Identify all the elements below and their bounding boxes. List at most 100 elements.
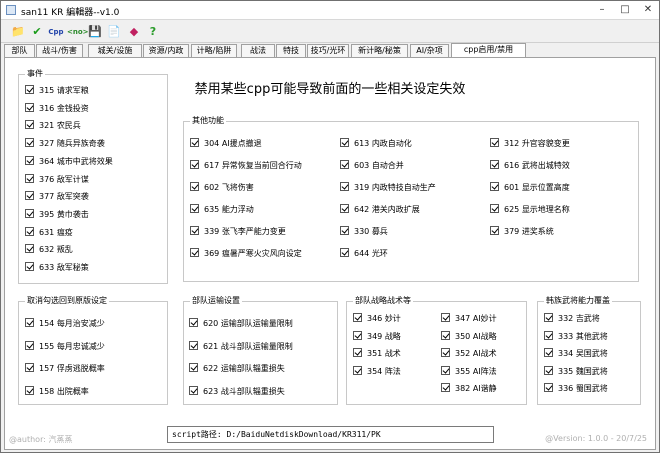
checkbox-item[interactable]: 625 显示地理名称 [490,204,570,215]
checkbox-checked-icon[interactable] [25,102,34,112]
checkbox-checked-icon[interactable] [490,138,499,147]
checkbox-checked-icon[interactable] [189,363,198,372]
checkbox-item[interactable]: 602 飞将伤害 [190,182,254,193]
checkbox-checked-icon[interactable] [190,204,199,213]
checkbox-checked-icon[interactable] [25,385,34,395]
checkbox-checked-icon[interactable] [353,313,362,322]
tab-7[interactable]: 技巧/光环 [307,44,349,57]
checkbox-item[interactable]: 333 其他武将 [544,330,608,342]
checkbox-checked-icon[interactable] [25,226,34,236]
checkbox-item[interactable]: 377 敌军突袭 [25,191,89,202]
checkbox-item[interactable]: 332 吉武将 [544,313,600,324]
checkbox-checked-icon[interactable] [190,248,199,257]
checkbox-item[interactable]: 632 叛乱 [25,244,73,255]
checkbox-item[interactable]: 355 AI阵法 [441,365,497,377]
checkbox-item[interactable]: 335 魏国武将 [544,365,608,377]
checkbox-item[interactable]: 603 自动合并 [340,160,404,171]
checkbox-item[interactable]: 304 AI援点撤退 [190,138,262,149]
checkbox-checked-icon[interactable] [353,330,362,340]
minimize-button[interactable]: – [591,1,613,19]
checkbox-item[interactable]: 369 瘟暑严寒火灾风向设定 [190,248,302,259]
checkbox-checked-icon[interactable] [25,191,34,201]
checkbox-item[interactable]: 379 进奖系统 [490,226,554,237]
checkbox-checked-icon[interactable] [490,226,499,235]
tab-6[interactable]: 特技 [276,44,306,57]
cpp-icon[interactable]: Cpp [47,23,65,41]
tab-2[interactable]: 城关/设施 [88,44,142,57]
tab-0[interactable]: 部队 [4,44,35,57]
checkbox-item[interactable]: 315 请求军粮 [25,85,89,96]
tab-10[interactable]: cpp启用/禁用 [451,43,526,58]
checkbox-checked-icon[interactable] [544,348,553,357]
checkbox-checked-icon[interactable] [544,313,553,322]
checkbox-item[interactable]: 155 每月忠诚减少 [25,340,105,352]
checkbox-item[interactable]: 395 黄巾袭击 [25,208,89,220]
checkbox-checked-icon[interactable] [25,363,34,372]
checkbox-checked-icon[interactable] [189,385,198,395]
checkbox-checked-icon[interactable] [25,85,34,94]
checkbox-item[interactable]: 616 武将出城特效 [490,160,570,171]
script-path-field[interactable]: script路径: D:/BaiduNetdiskDownload/KR311/… [167,426,494,443]
checkbox-checked-icon[interactable] [353,365,362,375]
checkbox-checked-icon[interactable] [25,244,34,254]
checkbox-item[interactable]: 354 阵法 [353,365,401,377]
checkbox-item[interactable]: 158 出院概率 [25,385,89,397]
checkbox-checked-icon[interactable] [441,313,450,322]
checkbox-item[interactable]: 339 张飞李严能力变更 [190,226,286,237]
checkbox-item[interactable]: 312 升官容貌变更 [490,138,570,149]
checkbox-item[interactable]: 617 异常恢复当前回合行动 [190,160,302,171]
checkbox-item[interactable]: 622 运输部队辎重损失 [189,363,285,374]
tab-9[interactable]: AI/杂项 [410,44,449,57]
checkbox-item[interactable]: 321 农民兵 [25,120,81,131]
save-icon[interactable]: 💾 [86,23,104,41]
tab-5[interactable]: 战法 [241,44,275,57]
checkbox-checked-icon[interactable] [441,365,450,375]
checkbox-item[interactable]: 319 内政特技自动生产 [340,182,436,193]
help-icon[interactable]: ? [144,23,162,41]
checkbox-checked-icon[interactable] [441,330,450,340]
checkbox-checked-icon[interactable] [544,330,553,340]
tab-1[interactable]: 战斗/伤害 [36,44,83,57]
maximize-button[interactable]: □ [614,1,636,19]
checkbox-checked-icon[interactable] [190,182,199,191]
checkbox-checked-icon[interactable] [544,383,553,392]
heart-icon[interactable]: ◆ [125,23,143,41]
checkbox-item[interactable]: 330 募兵 [340,226,388,237]
checkbox-item[interactable]: 351 战术 [353,348,401,359]
checkbox-item[interactable]: 642 港关内政扩展 [340,204,420,215]
close-button[interactable]: ✕ [637,1,659,19]
checkbox-item[interactable]: 336 蜀国武将 [544,383,608,394]
checkbox-item[interactable]: 327 随兵异族奇袭 [25,138,105,149]
checkbox-item[interactable]: 349 战略 [353,330,401,342]
checkbox-item[interactable]: 346 妙计 [353,313,401,324]
checkbox-checked-icon[interactable] [340,160,349,169]
checkmark-icon[interactable]: ✔ [28,23,46,41]
tab-3[interactable]: 资源/内政 [143,44,189,57]
checkbox-item[interactable]: 364 城市中武将效果 [25,155,113,167]
checkbox-checked-icon[interactable] [490,204,499,213]
checkbox-item[interactable]: 352 AI战术 [441,348,497,359]
checkbox-checked-icon[interactable] [441,383,450,392]
checkbox-checked-icon[interactable] [25,318,34,327]
checkbox-checked-icon[interactable] [189,318,198,327]
checkbox-item[interactable]: 613 内政自动化 [340,138,412,149]
checkbox-checked-icon[interactable] [25,208,34,218]
checkbox-checked-icon[interactable] [490,182,499,191]
checkbox-checked-icon[interactable] [353,348,362,357]
checkbox-item[interactable]: 316 金钱投资 [25,102,89,114]
checkbox-checked-icon[interactable] [340,226,349,235]
code-icon[interactable]: <no> [67,23,89,41]
checkbox-item[interactable]: 601 显示位置高度 [490,182,570,193]
tab-4[interactable]: 计略/陷阱 [191,44,237,57]
checkbox-item[interactable]: 623 战斗部队辎重损失 [189,385,285,397]
checkbox-checked-icon[interactable] [25,340,34,350]
checkbox-checked-icon[interactable] [189,340,198,350]
checkbox-checked-icon[interactable] [340,138,349,147]
checkbox-checked-icon[interactable] [340,182,349,191]
document-icon[interactable]: 📄 [105,23,123,41]
checkbox-checked-icon[interactable] [490,160,499,169]
checkbox-checked-icon[interactable] [25,262,34,271]
checkbox-checked-icon[interactable] [190,226,199,235]
checkbox-item[interactable]: 376 敌军计谋 [25,173,89,185]
checkbox-checked-icon[interactable] [441,348,450,357]
